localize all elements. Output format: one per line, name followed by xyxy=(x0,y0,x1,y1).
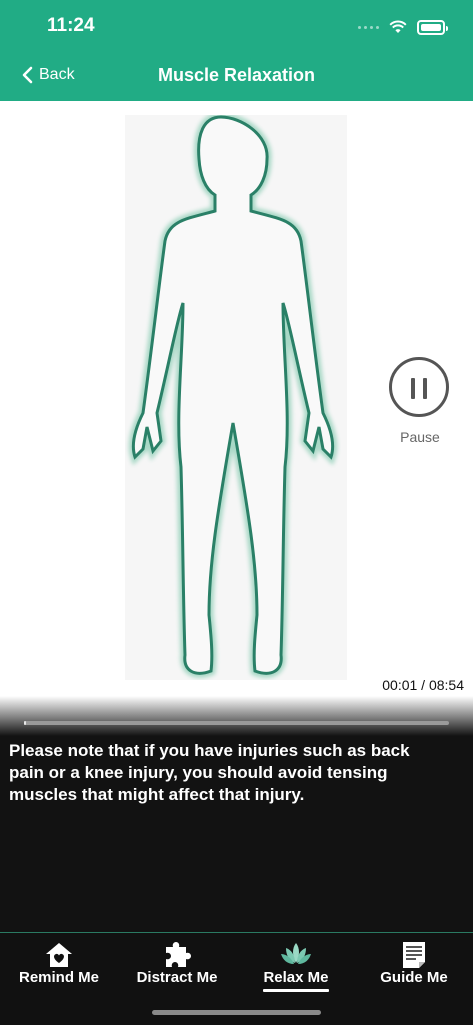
tab-label: Distract Me xyxy=(136,969,218,986)
status-icons xyxy=(358,16,448,38)
wifi-icon xyxy=(389,20,407,33)
tab-label: Guide Me xyxy=(380,969,448,986)
home-indicator xyxy=(152,1010,321,1015)
playback-time: 00:01 / 08:54 xyxy=(382,677,464,693)
battery-icon xyxy=(417,19,448,35)
pause-button[interactable] xyxy=(389,357,449,417)
signal-icon xyxy=(358,25,379,29)
fade-divider xyxy=(0,696,473,736)
lotus-icon xyxy=(281,943,311,964)
pause-icon xyxy=(411,378,415,399)
home-heart-icon xyxy=(46,943,72,967)
tab-guide-me[interactable]: Guide Me xyxy=(355,933,473,1003)
pause-label: Pause xyxy=(400,429,440,445)
puzzle-icon xyxy=(166,942,191,967)
tab-relax-me[interactable]: Relax Me xyxy=(237,933,355,1003)
document-icon xyxy=(403,942,425,968)
status-time: 11:24 xyxy=(47,15,95,36)
caption-text: Please note that if you have injuries su… xyxy=(9,741,410,804)
tab-label: Remind Me xyxy=(18,969,99,986)
body-figure-panel xyxy=(125,112,347,680)
tab-distract-me[interactable]: Distract Me xyxy=(118,933,236,1003)
human-body-figure xyxy=(128,112,338,678)
tab-remind-me[interactable]: Remind Me xyxy=(0,933,118,1003)
tab-bar: Remind Me Distract Me Relax Me Guide Me xyxy=(0,932,473,1025)
exercise-stage: Pause xyxy=(0,101,473,696)
app-header: 11:24 Back Muscle Relaxation xyxy=(0,0,473,101)
page-title: Muscle Relaxation xyxy=(157,65,316,85)
progress-bar[interactable] xyxy=(24,721,449,725)
active-tab-indicator xyxy=(263,989,329,992)
tab-label: Relax Me xyxy=(263,969,329,986)
progress-fill xyxy=(24,721,26,725)
